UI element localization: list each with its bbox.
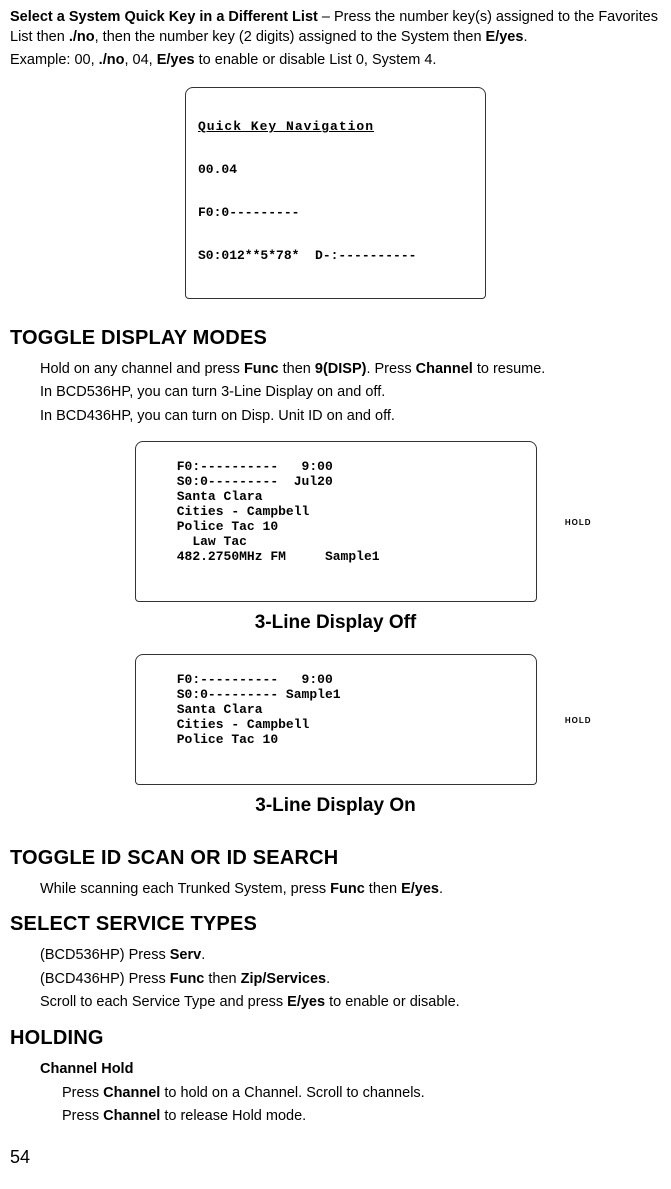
holding-sub: Channel Hold (40, 1060, 661, 1080)
intro-end: . (523, 29, 527, 45)
lcd-on-l1: F0:---------- 9:00 (177, 672, 333, 687)
intro-mid: , then the number key (2 digits) assigne… (95, 29, 486, 45)
intro-example: Example: 00, ./no, 04, E/yes to enable o… (10, 51, 661, 71)
heading-holding: HOLDING (10, 1025, 661, 1052)
intro-lead-bold: Select a System Quick Key in a Different… (10, 9, 318, 25)
lcd-off-big: Police Tac 10 (177, 519, 278, 534)
tdm-p1: Hold on any channel and press Func then … (40, 360, 661, 380)
lcd-off-l7: 482.2750MHz FM Sample1 (177, 549, 380, 564)
lcd-off-l6: Law Tac (177, 534, 247, 549)
st-p3: Scroll to each Service Type and press E/… (40, 993, 661, 1013)
lcd1-l3: S0:012**5*78* D-:---------- (198, 249, 473, 263)
lcd-off-l2: S0:0--------- Jul20 (177, 474, 333, 489)
hold-badge-on: HOLD (565, 717, 592, 726)
lcd-on-b2: Cities - Campbell (177, 717, 310, 732)
hold-badge-off: HOLD (565, 518, 592, 527)
intro-bold1: ./no (69, 29, 95, 45)
lcd-on: F0:---------- 9:00 S0:0--------- Sample1… (135, 654, 537, 786)
st-p1: (BCD536HP) Press Serv. (40, 946, 661, 966)
intro-paragraph-1: Select a System Quick Key in a Different… (10, 8, 661, 47)
lcd-on-b3: Police Tac 10 (177, 732, 278, 747)
lcd-off: F0:---------- 9:00 S0:0--------- Jul20 S… (135, 441, 537, 602)
lcd-on-l2: S0:0--------- Sample1 (177, 687, 341, 702)
lcd-on-b1: Santa Clara (177, 702, 263, 717)
hold-p2: Press Channel to release Hold mode. (62, 1107, 661, 1127)
heading-toggle-id: TOGGLE ID SCAN OR ID SEARCH (10, 845, 661, 872)
lcd1-l1: 00.04 (198, 163, 473, 177)
lcd-off-l3: Santa Clara (177, 489, 263, 504)
heading-service-types: SELECT SERVICE TYPES (10, 911, 661, 938)
caption-off: 3-Line Display Off (10, 610, 661, 636)
tdm-p3: In BCD436HP, you can turn on Disp. Unit … (40, 407, 661, 427)
tdm-p2: In BCD536HP, you can turn 3-Line Display… (40, 383, 661, 403)
lcd-quickkey: Quick Key Navigation 00.04 F0:0---------… (185, 87, 486, 299)
st-p2: (BCD436HP) Press Func then Zip/Services. (40, 970, 661, 990)
heading-toggle-display: TOGGLE DISPLAY MODES (10, 325, 661, 352)
lcd1-l2: F0:0--------- (198, 206, 473, 220)
page-number: 54 (10, 1145, 661, 1169)
caption-on: 3-Line Display On (10, 793, 661, 819)
lcd-off-l4: Cities - Campbell (177, 504, 310, 519)
intro-bold2: E/yes (486, 29, 524, 45)
lcd-quickkey-wrap: Quick Key Navigation 00.04 F0:0---------… (10, 87, 661, 299)
lcd-on-wrap: F0:---------- 9:00 S0:0--------- Sample1… (10, 654, 661, 786)
lcd1-title: Quick Key Navigation (198, 120, 473, 134)
lcd-off-l1: F0:---------- 9:00 (177, 459, 333, 474)
hold-p1: Press Channel to hold on a Channel. Scro… (62, 1084, 661, 1104)
lcd-off-wrap: F0:---------- 9:00 S0:0--------- Jul20 S… (10, 441, 661, 602)
tid-p1: While scanning each Trunked System, pres… (40, 880, 661, 900)
